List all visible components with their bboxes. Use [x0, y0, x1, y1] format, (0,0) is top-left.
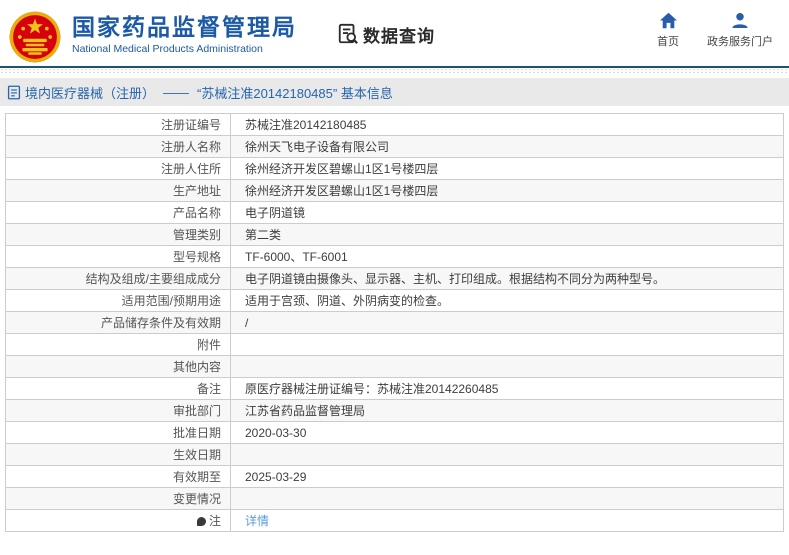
data-query-heading: 数据查询 — [337, 22, 435, 47]
table-row: 注册人住所 徐州经济开发区碧螺山1区1号楼四层 — [5, 157, 784, 180]
row-label: 生效日期 — [5, 443, 231, 466]
user-icon — [732, 13, 748, 28]
row-value: 电子阴道镜 — [230, 201, 784, 224]
nav-portal-label: 政务服务门户 — [707, 36, 773, 48]
breadcrumb: 境内医疗器械（注册） —— “苏械注准20142180485” 基本信息 — [0, 78, 789, 106]
row-value — [230, 443, 784, 466]
breadcrumb-separator: —— — [163, 84, 190, 100]
row-value: 徐州经济开发区碧螺山1区1号楼四层 — [230, 179, 784, 202]
table-row: 生效日期 — [5, 443, 784, 466]
row-value: / — [230, 311, 784, 334]
row-label: 审批部门 — [5, 399, 231, 422]
row-value — [230, 333, 784, 356]
table-row: 管理类别 第二类 — [5, 223, 784, 246]
row-label: 适用范围/预期用途 — [5, 289, 231, 312]
nav-home[interactable]: 首页 — [657, 12, 679, 49]
row-value: 2020-03-30 — [230, 421, 784, 444]
breadcrumb-category[interactable]: 境内医疗器械（注册） — [25, 83, 155, 102]
row-label: 批准日期 — [5, 421, 231, 444]
row-value: 详情 — [230, 509, 784, 532]
row-value: 电子阴道镜由摄像头、显示器、主机、打印组成。根据结构不同分为两种型号。 — [230, 267, 784, 290]
row-label: 有效期至 — [5, 465, 231, 488]
row-label: 注 — [5, 509, 231, 532]
home-icon — [659, 12, 677, 29]
site-title: 国家药品监督管理局 — [72, 13, 297, 40]
row-label: 其他内容 — [5, 355, 231, 378]
table-row: 适用范围/预期用途 适用于宫颈、阴道、外阴病变的检查。 — [5, 289, 784, 312]
table-row: 产品名称 电子阴道镜 — [5, 201, 784, 224]
row-label: 注册人住所 — [5, 157, 231, 180]
row-value: 徐州经济开发区碧螺山1区1号楼四层 — [230, 157, 784, 180]
row-value — [230, 487, 784, 510]
top-nav: 首页 政务服务门户 — [657, 12, 773, 49]
national-emblem-logo — [9, 11, 61, 63]
row-value: 2025-03-29 — [230, 465, 784, 488]
row-label: 产品名称 — [5, 201, 231, 224]
row-value: 徐州天飞电子设备有限公司 — [230, 135, 784, 158]
row-label: 附件 — [5, 333, 231, 356]
details-link[interactable]: 详情 — [245, 514, 269, 528]
registration-info-table: 注册证编号 苏械注准20142180485 注册人名称 徐州天飞电子设备有限公司 注册人… — [5, 113, 784, 532]
table-row: 附件 — [5, 333, 784, 356]
table-row: 生产地址 徐州经济开发区碧螺山1区1号楼四层 — [5, 179, 784, 202]
site-header: 国家药品监督管理局 National Medical Products Admi… — [0, 0, 789, 66]
table-row: 变更情况 — [5, 487, 784, 510]
table-row: 注详情 — [5, 509, 784, 532]
row-label: 型号规格 — [5, 245, 231, 268]
document-icon — [7, 85, 21, 99]
table-row: 有效期至 2025-03-29 — [5, 465, 784, 488]
dotted-strip — [0, 68, 789, 74]
table-row: 产品储存条件及有效期 / — [5, 311, 784, 334]
table-row: 结构及组成/主要组成成分 电子阴道镜由摄像头、显示器、主机、打印组成。根据结构不同… — [5, 267, 784, 290]
row-value: 苏械注准20142180485 — [230, 113, 784, 136]
breadcrumb-current: “苏械注准20142180485” 基本信息 — [197, 85, 393, 101]
nav-portal[interactable]: 政务服务门户 — [707, 12, 773, 49]
note-icon — [196, 516, 206, 526]
site-title-block: 国家药品监督管理局 National Medical Products Admi… — [72, 13, 297, 56]
row-label: 生产地址 — [5, 179, 231, 202]
row-label: 注册人名称 — [5, 135, 231, 158]
site-subtitle: National Medical Products Administration — [72, 43, 263, 56]
table-row: 型号规格 TF-6000、TF-6001 — [5, 245, 784, 268]
nav-home-label: 首页 — [657, 36, 679, 48]
row-value: 适用于宫颈、阴道、外阴病变的检查。 — [230, 289, 784, 312]
table-row: 审批部门 江苏省药品监督管理局 — [5, 399, 784, 422]
table-row: 备注 原医疗器械注册证编号：苏械注准20142260485 — [5, 377, 784, 400]
data-query-icon — [338, 23, 358, 44]
row-label: 管理类别 — [5, 223, 231, 246]
row-label: 产品储存条件及有效期 — [5, 311, 231, 334]
row-label: 变更情况 — [5, 487, 231, 510]
row-value: 第二类 — [230, 223, 784, 246]
table-row: 其他内容 — [5, 355, 784, 378]
info-table-body: 注册证编号 苏械注准20142180485 注册人名称 徐州天飞电子设备有限公司 注册人… — [5, 113, 784, 532]
row-value: 江苏省药品监督管理局 — [230, 399, 784, 422]
row-value: 原医疗器械注册证编号：苏械注准20142260485 — [230, 377, 784, 400]
table-row: 注册证编号 苏械注准20142180485 — [5, 113, 784, 136]
row-label: 注册证编号 — [5, 113, 231, 136]
data-query-label: 数据查询 — [363, 26, 435, 46]
row-label: 备注 — [5, 377, 231, 400]
row-label: 结构及组成/主要组成成分 — [5, 267, 231, 290]
table-row: 注册人名称 徐州天飞电子设备有限公司 — [5, 135, 784, 158]
row-value: TF-6000、TF-6001 — [230, 245, 784, 268]
row-value — [230, 355, 784, 378]
table-row: 批准日期 2020-03-30 — [5, 421, 784, 444]
